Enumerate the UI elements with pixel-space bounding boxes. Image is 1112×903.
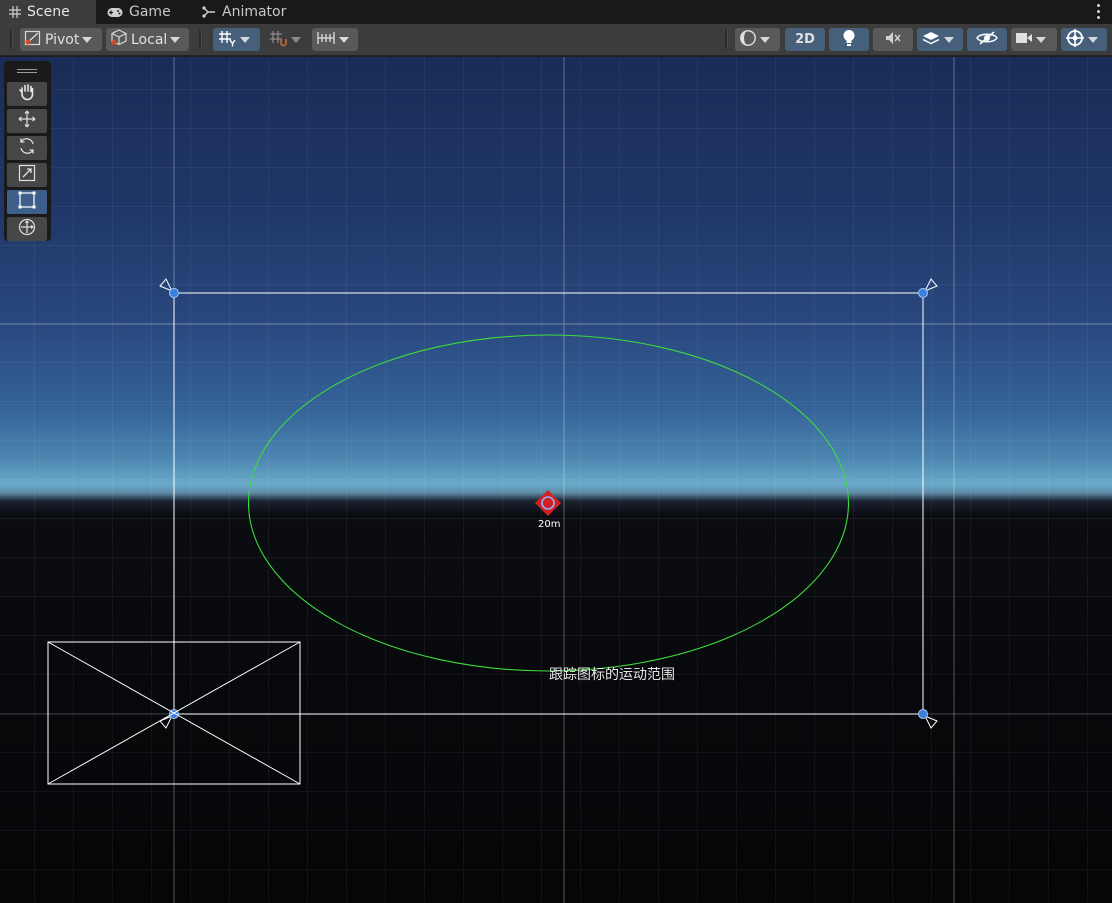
rect-icon bbox=[17, 190, 37, 214]
chevron-down-icon bbox=[339, 36, 349, 43]
pivot-dropdown[interactable]: Pivot bbox=[20, 28, 102, 51]
tab-label: Scene bbox=[27, 4, 70, 20]
distance-label: 20m bbox=[538, 519, 561, 530]
mute-icon bbox=[884, 30, 902, 50]
palette-drag-handle[interactable] bbox=[17, 72, 37, 73]
local-label: Local bbox=[131, 31, 168, 48]
toolbar-divider bbox=[199, 30, 202, 49]
grid-snap-icon bbox=[217, 29, 237, 51]
effects-dropdown[interactable] bbox=[917, 28, 963, 51]
chevron-down-icon bbox=[944, 36, 954, 43]
rect-tool-button[interactable] bbox=[7, 190, 47, 214]
ellipse-label: 跟踪图标的运动范围 bbox=[549, 667, 675, 683]
transform-icon bbox=[17, 217, 37, 241]
layers-icon bbox=[921, 29, 941, 51]
pivot-label: Pivot bbox=[45, 31, 80, 48]
lighting-toggle[interactable] bbox=[829, 28, 869, 51]
chevron-down-icon bbox=[170, 36, 181, 43]
2d-mode-toggle[interactable]: 2D bbox=[785, 28, 825, 51]
cube-icon bbox=[110, 29, 128, 50]
tab-scene[interactable]: Scene bbox=[0, 0, 96, 24]
grid-visibility-button[interactable] bbox=[213, 28, 260, 51]
hand-icon bbox=[18, 83, 36, 105]
chevron-down-icon bbox=[760, 36, 770, 43]
scene-toolbar: Pivot Local 2D bbox=[0, 24, 1112, 56]
2d-label: 2D bbox=[795, 32, 815, 47]
scale-icon bbox=[17, 163, 37, 187]
tab-label: Animator bbox=[222, 4, 287, 20]
camera-icon bbox=[1015, 31, 1033, 49]
lightbulb-icon bbox=[842, 29, 856, 51]
chevron-down-icon bbox=[291, 36, 301, 43]
ruler-icon bbox=[316, 30, 336, 50]
eye-hidden-icon bbox=[976, 30, 998, 50]
tab-bar: Scene Game Animator bbox=[0, 0, 1112, 24]
move-icon bbox=[17, 109, 37, 133]
tab-animator[interactable]: Animator bbox=[202, 0, 286, 24]
transform-tool-button[interactable] bbox=[7, 217, 47, 241]
chevron-down-icon bbox=[1088, 36, 1098, 43]
animator-icon bbox=[202, 6, 216, 18]
camera-dropdown[interactable] bbox=[1011, 28, 1057, 51]
pivot-icon bbox=[24, 30, 42, 50]
move-tool-button[interactable] bbox=[7, 109, 47, 133]
scale-tool-button[interactable] bbox=[7, 163, 47, 187]
scene-visibility-toggle[interactable] bbox=[967, 28, 1007, 51]
scene-viewport[interactable]: 20m 跟踪图标的运动范围 bbox=[0, 57, 1112, 903]
increment-snap-button[interactable] bbox=[312, 28, 358, 51]
hand-tool-button[interactable] bbox=[7, 82, 47, 106]
shading-mode-dropdown[interactable] bbox=[735, 28, 780, 51]
gizmos-dropdown[interactable] bbox=[1061, 28, 1107, 51]
snap-increment-button[interactable] bbox=[264, 28, 308, 51]
toolbar-divider bbox=[725, 30, 728, 49]
audio-toggle[interactable] bbox=[873, 28, 913, 51]
gamepad-icon bbox=[107, 7, 123, 18]
tab-label: Game bbox=[129, 4, 171, 20]
tab-game[interactable]: Game bbox=[107, 0, 171, 24]
scene-grid bbox=[0, 57, 1112, 903]
local-dropdown[interactable]: Local bbox=[106, 28, 189, 51]
grid-snap-magnet-icon bbox=[268, 29, 288, 51]
chevron-down-icon bbox=[1036, 36, 1046, 43]
gizmos-icon bbox=[1065, 28, 1085, 52]
tool-palette bbox=[4, 61, 51, 241]
shading-sphere-icon bbox=[739, 29, 757, 51]
toolbar-divider bbox=[10, 30, 13, 49]
more-options-icon[interactable] bbox=[1094, 2, 1102, 20]
chevron-down-icon bbox=[240, 36, 250, 43]
palette-drag-handle[interactable] bbox=[17, 69, 37, 70]
rotate-tool-button[interactable] bbox=[7, 136, 47, 160]
grid-icon bbox=[9, 6, 21, 18]
chevron-down-icon bbox=[82, 36, 93, 43]
rotate-icon bbox=[17, 136, 37, 160]
